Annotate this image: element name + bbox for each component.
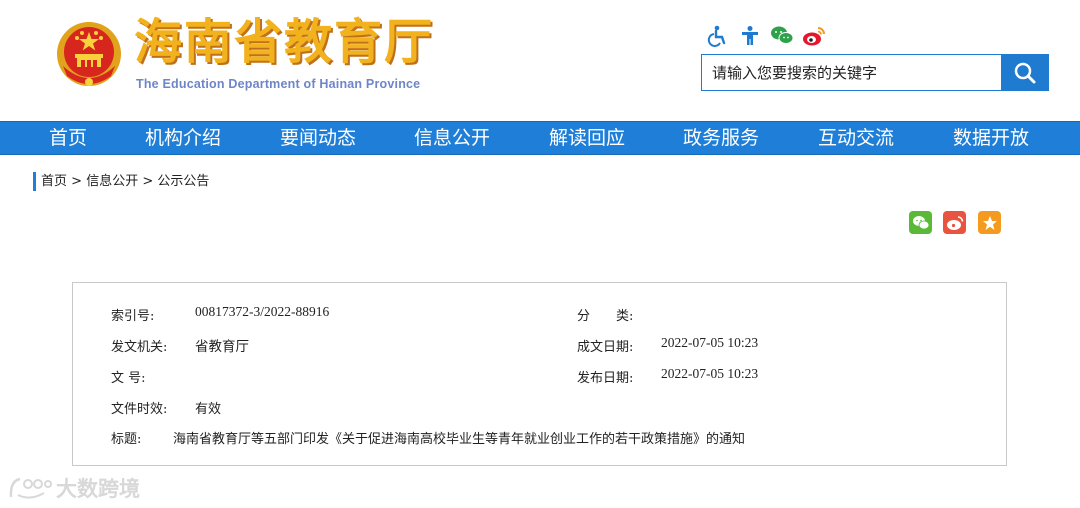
- site-title: 海南省教育厅: [134, 14, 435, 70]
- site-header: 海南省教育厅 The Education Department of Haina…: [0, 0, 1080, 121]
- watermark-text: 大数跨境: [56, 477, 140, 501]
- title-label: 标题:: [111, 432, 142, 447]
- breadcrumb-separator: >: [71, 174, 83, 189]
- published-date-label: 发布日期:: [577, 371, 634, 386]
- main-nav: 首页 机构介绍 要闻动态 信息公开 解读回应 政务服务 互动交流 数据开放: [0, 121, 1080, 155]
- created-date-label: 成文日期:: [577, 340, 634, 355]
- favorite-icon[interactable]: [978, 211, 1001, 234]
- accessibility-icon[interactable]: [706, 24, 730, 48]
- doc-number-label: 文 号:: [111, 371, 146, 386]
- breadcrumb-separator: >: [142, 174, 154, 189]
- elder-mode-icon[interactable]: [738, 24, 762, 48]
- nav-item-services[interactable]: 政务服务: [683, 122, 759, 154]
- nav-item-news[interactable]: 要闻动态: [280, 122, 356, 154]
- nav-item-open-data[interactable]: 数据开放: [953, 122, 1029, 154]
- published-date-value: 2022-07-05 10:23: [661, 366, 759, 381]
- category-label: 分 类:: [577, 309, 634, 324]
- breadcrumb-home[interactable]: 首页: [41, 174, 67, 189]
- issuer-value: 省教育厅: [195, 339, 249, 354]
- search-icon: [1014, 62, 1036, 83]
- index-label: 索引号:: [111, 309, 155, 324]
- search-button[interactable]: [1001, 54, 1049, 91]
- nav-item-disclosure[interactable]: 信息公开: [414, 122, 490, 154]
- weibo-share-icon[interactable]: [943, 211, 966, 234]
- issuer-label: 发文机关:: [111, 340, 168, 355]
- nav-item-home[interactable]: 首页: [49, 122, 87, 154]
- breadcrumb-disclosure[interactable]: 信息公开: [86, 174, 138, 189]
- watermark-logo-icon: [9, 477, 52, 499]
- watermark: 大数跨境: [8, 474, 140, 502]
- nav-item-interaction[interactable]: 互动交流: [818, 122, 894, 154]
- search-bar: [701, 54, 1049, 91]
- title-value: 海南省教育厅等五部门印发《关于促进海南高校毕业生等青年就业创业工作的若干政策措施…: [173, 432, 746, 447]
- header-tools: [706, 24, 826, 48]
- site-subtitle: The Education Department of Hainan Provi…: [136, 77, 421, 91]
- nav-item-interpretation[interactable]: 解读回应: [549, 122, 625, 154]
- wechat-share-icon[interactable]: [909, 211, 932, 234]
- nav-item-about[interactable]: 机构介绍: [145, 122, 221, 154]
- validity-value: 有效: [195, 402, 222, 417]
- index-value: 00817372-3/2022-88916: [195, 304, 330, 319]
- weibo-icon[interactable]: [802, 24, 826, 48]
- validity-label: 文件时效:: [111, 402, 168, 417]
- created-date-value: 2022-07-05 10:23: [661, 335, 759, 350]
- breadcrumb: 首页 > 信息公开 > 公示公告: [33, 172, 209, 191]
- document-meta-box: 索引号: 00817372-3/2022-88916 分 类: 发文机关: 省教…: [72, 282, 1007, 466]
- search-input[interactable]: [701, 54, 1001, 91]
- breadcrumb-announcements[interactable]: 公示公告: [157, 174, 209, 189]
- national-emblem-icon: [57, 22, 121, 86]
- wechat-icon[interactable]: [770, 24, 794, 48]
